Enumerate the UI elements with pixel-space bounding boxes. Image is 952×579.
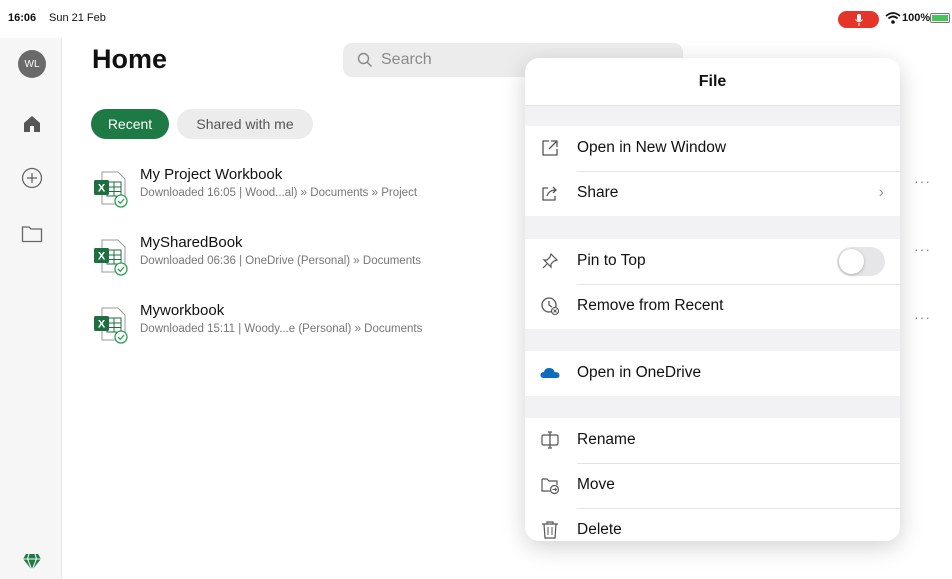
menu-item-label: Rename — [577, 431, 636, 448]
clock-remove-icon — [539, 295, 561, 317]
svg-text:X: X — [98, 319, 106, 331]
premium-gem-icon[interactable] — [22, 553, 42, 571]
menu-item-move[interactable]: Move — [525, 463, 900, 508]
status-date: Sun 21 Feb — [49, 12, 106, 24]
svg-text:X: X — [98, 251, 106, 263]
menu-title: File — [525, 58, 900, 106]
menu-item-delete[interactable]: Delete — [525, 508, 900, 541]
menu-item-pin-to-top[interactable]: Pin to Top — [525, 239, 900, 284]
folder-icon[interactable] — [20, 222, 44, 246]
menu-item-label: Move — [577, 476, 615, 493]
menu-item-label: Open in New Window — [577, 139, 727, 156]
search-placeholder: Search — [381, 51, 432, 68]
left-navigation-rail: WL — [0, 38, 62, 579]
tab-shared-with-me[interactable]: Shared with me — [177, 109, 313, 139]
share-icon — [539, 182, 561, 204]
home-icon[interactable] — [20, 112, 44, 136]
status-bar: 16:06 Sun 21 Feb 100% — [0, 0, 952, 40]
file-location: Downloaded 15:11 | Woody...e (Personal) … — [140, 323, 423, 335]
add-circle-icon[interactable] — [20, 166, 44, 190]
excel-file-icon: X — [94, 239, 128, 276]
menu-group-pin: Pin to Top Remove from Recent — [525, 239, 900, 329]
file-location: Downloaded 16:05 | Wood...al) » Document… — [140, 187, 418, 199]
excel-file-icon: X — [94, 307, 128, 344]
menu-group-manage: Rename Move Delete — [525, 418, 900, 541]
svg-text:X: X — [98, 183, 106, 195]
menu-item-label: Remove from Recent — [577, 297, 724, 314]
search-icon — [357, 52, 372, 67]
file-context-menu: File Open in New Window Share › Pin to T… — [525, 58, 900, 541]
menu-item-open-in-onedrive[interactable]: Open in OneDrive — [525, 351, 900, 396]
menu-item-label: Open in OneDrive — [577, 364, 702, 381]
battery-icon — [930, 13, 950, 23]
open-window-icon — [539, 137, 561, 159]
file-name: MySharedBook — [140, 234, 243, 251]
file-location: Downloaded 06:36 | OneDrive (Personal) »… — [140, 255, 422, 267]
toggle-knob — [839, 249, 864, 274]
battery-percentage: 100% — [902, 12, 931, 24]
file-list-item[interactable]: X MySharedBook Downloaded 06:36 | OneDri… — [92, 234, 512, 284]
more-options-button[interactable]: ··· — [914, 173, 931, 189]
more-options-button[interactable]: ··· — [914, 309, 931, 325]
pin-to-top-toggle[interactable] — [837, 247, 885, 276]
menu-item-label: Pin to Top — [577, 252, 646, 269]
menu-group-open: Open in New Window Share › — [525, 126, 900, 216]
file-list-item[interactable]: X Myworkbook Downloaded 15:11 | Woody...… — [92, 302, 512, 352]
move-folder-icon — [539, 474, 561, 496]
file-name: My Project Workbook — [140, 166, 283, 183]
pin-icon — [539, 250, 561, 272]
status-time: 16:06 — [8, 12, 37, 24]
battery-level — [932, 15, 948, 21]
onedrive-cloud-icon — [539, 362, 561, 384]
page-title: Home — [92, 44, 168, 74]
menu-item-share[interactable]: Share › — [525, 171, 900, 216]
file-list-item[interactable]: X My Project Workbook Downloaded 16:05 |… — [92, 166, 512, 216]
excel-file-icon: X — [94, 171, 128, 208]
rename-icon — [539, 429, 561, 451]
menu-item-open-in-new-window[interactable]: Open in New Window — [525, 126, 900, 171]
file-name: Myworkbook — [140, 302, 225, 319]
menu-item-rename[interactable]: Rename — [525, 418, 900, 463]
tab-recent[interactable]: Recent — [91, 109, 169, 139]
avatar[interactable]: WL — [18, 50, 46, 78]
menu-item-remove-from-recent[interactable]: Remove from Recent — [525, 284, 900, 329]
trash-icon — [539, 519, 561, 541]
chevron-right-icon: › — [878, 184, 884, 201]
wifi-icon — [885, 12, 901, 24]
menu-item-label: Share — [577, 184, 619, 201]
microphone-icon — [854, 13, 863, 26]
microphone-indicator — [838, 11, 879, 28]
more-options-button[interactable]: ··· — [914, 241, 931, 257]
menu-group-onedrive: Open in OneDrive — [525, 351, 900, 396]
menu-item-label: Delete — [577, 521, 622, 538]
